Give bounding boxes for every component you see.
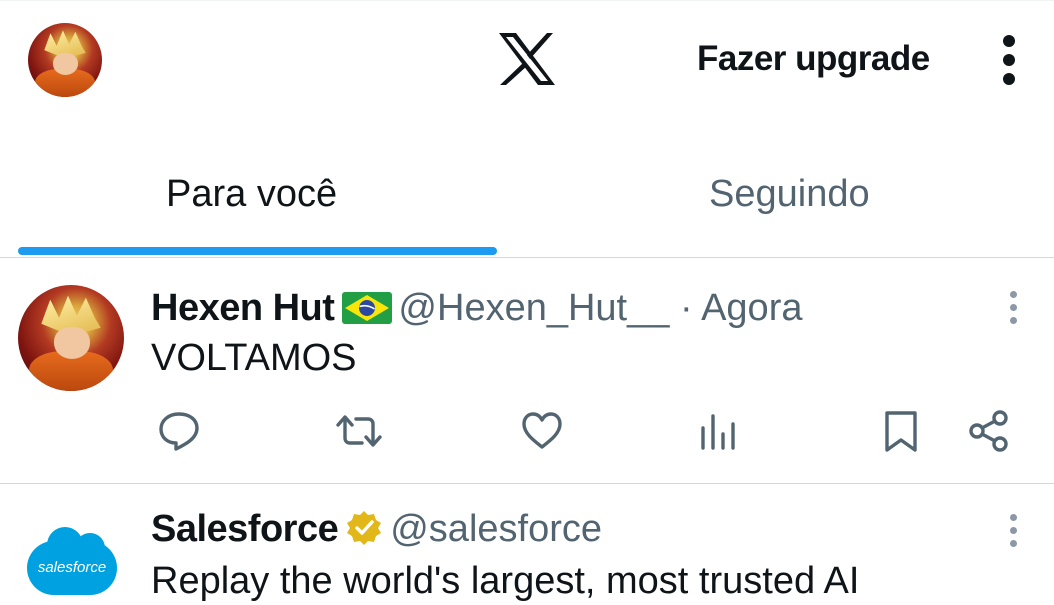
author-handle[interactable]: @Hexen_Hut__ xyxy=(398,287,669,329)
tweet-text: VOLTAMOS xyxy=(151,337,357,379)
top-header: Fazer upgrade xyxy=(0,0,1054,120)
tweet-more-icon[interactable] xyxy=(1005,514,1021,553)
verified-gold-badge-icon[interactable] xyxy=(346,510,382,546)
tweet-text: Replay the world's largest, most trusted… xyxy=(151,560,860,602)
author-handle[interactable]: @salesforce xyxy=(390,508,602,550)
upgrade-button[interactable]: Fazer upgrade xyxy=(697,39,930,79)
retweet-icon[interactable] xyxy=(336,408,382,454)
tab-for-you[interactable]: Para você xyxy=(166,170,337,218)
tweet-timestamp[interactable]: Agora xyxy=(701,287,802,329)
x-logo-icon[interactable] xyxy=(497,31,557,87)
timeline-page: Fazer upgrade Para você Seguindo Hexen H… xyxy=(0,0,1054,605)
tweet-actions xyxy=(0,408,1054,458)
brazil-flag-icon xyxy=(342,290,393,324)
author-avatar[interactable] xyxy=(18,285,124,391)
salesforce-logo-avatar[interactable]: salesforce xyxy=(20,511,124,605)
tweet[interactable]: salesforce Salesforce @salesforce Replay… xyxy=(0,485,1054,605)
salesforce-logo-text: salesforce xyxy=(37,559,107,576)
like-icon[interactable] xyxy=(519,408,565,454)
more-vertical-icon[interactable] xyxy=(998,35,1020,85)
tweet[interactable]: Hexen Hut @Hexen_Hut__ · Agora VOLTAMOS xyxy=(0,258,1054,484)
timeline-tabs: Para você Seguindo xyxy=(0,150,1054,258)
tab-following[interactable]: Seguindo xyxy=(709,170,870,218)
author-name[interactable]: Hexen Hut xyxy=(151,287,335,329)
share-icon[interactable] xyxy=(966,408,1012,454)
tweet-header: Salesforce @salesforce xyxy=(151,507,602,551)
user-avatar[interactable] xyxy=(28,23,102,97)
bookmark-icon[interactable] xyxy=(878,408,924,454)
tweet-more-icon[interactable] xyxy=(1005,291,1021,330)
separator-dot: · xyxy=(679,287,693,329)
active-tab-indicator xyxy=(18,247,497,255)
views-icon[interactable] xyxy=(695,408,741,454)
author-name[interactable]: Salesforce xyxy=(151,508,339,550)
reply-icon[interactable] xyxy=(156,408,202,454)
tweet-header: Hexen Hut @Hexen_Hut__ · Agora xyxy=(151,286,802,330)
